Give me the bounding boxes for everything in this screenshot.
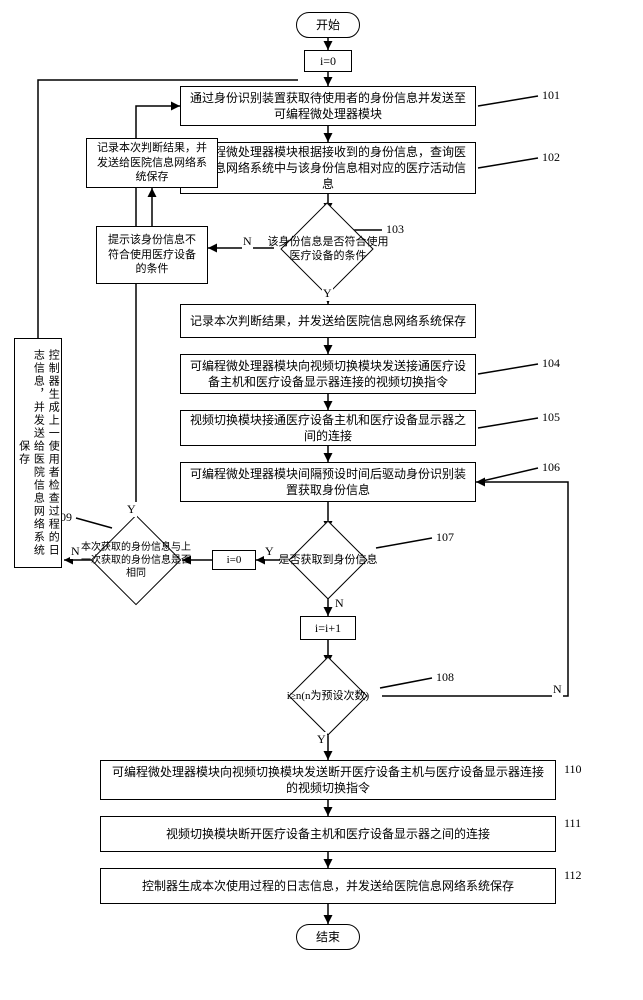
step-102: 可编程微处理器模块根据接收到的身份信息，查询医院信息网络系统中与该身份信息相对应…	[180, 142, 476, 194]
step-106: 可编程微处理器模块间隔预设时间后驱动身份识别装置获取身份信息	[180, 462, 476, 502]
reset-counter-box: i=0	[212, 550, 256, 570]
init-counter-box: i=0	[304, 50, 352, 72]
ref-105: 105	[542, 410, 560, 425]
step-111: 视频切换模块断开医疗设备主机和医疗设备显示器之间的连接	[100, 816, 556, 852]
d108-no: N	[552, 682, 563, 697]
step-110: 可编程微处理器模块向视频切换模块发送断开医疗设备主机与医疗设备显示器连接的视频切…	[100, 760, 556, 800]
ref-101: 101	[542, 88, 560, 103]
end-terminator: 结束	[296, 924, 360, 950]
ref-103: 103	[386, 222, 404, 237]
step-101: 通过身份识别装置获取待使用者的身份信息并发送至可编程微处理器模块	[180, 86, 476, 126]
controller-log-prev-box: 控制器生成上一使用者检查过程的日志信息，并发送给医院信息网络系统保存	[14, 338, 62, 568]
d107-yes: Y	[264, 544, 275, 559]
ref-108: 108	[436, 670, 454, 685]
step-104: 可编程微处理器模块向视频切换模块发送接通医疗设备主机和医疗设备显示器连接的视频切…	[180, 354, 476, 394]
increment-counter-box: i=i+1	[300, 616, 356, 640]
record-main-box: 记录本次判断结果，并发送给医院信息网络系统保存	[180, 304, 476, 338]
step-105: 视频切换模块接通医疗设备主机和医疗设备显示器之间的连接	[180, 410, 476, 446]
d109-no: N	[70, 544, 81, 559]
start-terminator: 开始	[296, 12, 360, 38]
d109-yes: Y	[126, 502, 137, 517]
flowchart-canvas: 开始 i=0 通过身份识别装置获取待使用者的身份信息并发送至可编程微处理器模块 …	[8, 8, 635, 992]
decision-103	[280, 202, 373, 295]
ref-102: 102	[542, 150, 560, 165]
ref-107: 107	[436, 530, 454, 545]
controller-log-prev-text: 控制器生成上一使用者检查过程的日志信息，并发送给医院信息网络系统保存	[16, 343, 61, 563]
ref-111: 111	[564, 816, 581, 831]
ref-106: 106	[542, 460, 560, 475]
ref-104: 104	[542, 356, 560, 371]
d108-yes: Y	[316, 732, 327, 747]
decision-109	[91, 515, 182, 606]
record-result-box: 记录本次判断结果，并发送给医院信息网络系统保存	[86, 138, 218, 188]
decision-108	[288, 656, 367, 735]
fail-hint-box: 提示该身份信息不符合使用医疗设备的条件	[96, 226, 208, 284]
ref-110: 110	[564, 762, 582, 777]
decision-107	[288, 520, 367, 599]
d107-no: N	[334, 596, 345, 611]
d103-yes: Y	[322, 286, 333, 301]
d103-no: N	[242, 234, 253, 249]
ref-112: 112	[564, 868, 582, 883]
step-112: 控制器生成本次使用过程的日志信息，并发送给医院信息网络系统保存	[100, 868, 556, 904]
